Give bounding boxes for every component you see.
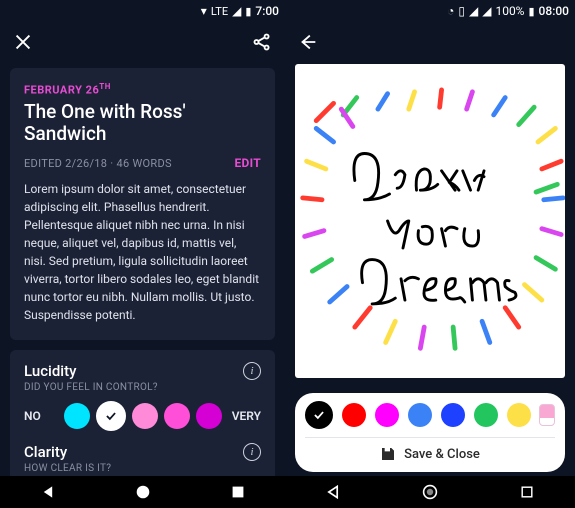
app-bar: [285, 22, 575, 66]
clarity-question: HOW CLEAR IS IT?: [24, 463, 261, 474]
info-icon[interactable]: i: [243, 362, 261, 380]
color-swatch[interactable]: [132, 403, 158, 429]
color-swatch[interactable]: [305, 401, 333, 429]
eraser-tool[interactable]: [539, 404, 555, 426]
lucidity-high: VERY: [229, 409, 261, 423]
nav-recent-icon[interactable]: [518, 483, 536, 501]
entry-meta: EDITED 2/26/18 · 46 WORDS: [24, 157, 172, 170]
save-close-button[interactable]: Save & Close: [305, 438, 555, 462]
clarity-heading: Clarity: [24, 443, 67, 461]
battery-pct: 100%: [495, 4, 524, 18]
entry-card: FEBRUARY 26TH The One with Ross' Sandwic…: [10, 68, 275, 340]
cell-icon: ◢: [482, 4, 491, 18]
nav-bar: [0, 476, 285, 508]
edit-button[interactable]: EDIT: [234, 156, 261, 170]
color-swatch[interactable]: [64, 403, 90, 429]
color-swatch[interactable]: [96, 401, 126, 431]
close-icon[interactable]: [12, 31, 34, 57]
battery-icon: ▮: [528, 5, 534, 18]
lucidity-low: NO: [24, 409, 56, 423]
clock: 08:00: [539, 4, 569, 18]
cell-icon: ◢: [232, 4, 241, 18]
dream-detail-screen: ▾ LTE ◢ ▮ 7:00 FEBRUARY 26TH The One wit…: [0, 0, 285, 508]
lucidity-heading: Lucidity: [24, 362, 76, 380]
nav-home-icon[interactable]: [134, 483, 152, 501]
nav-recent-icon[interactable]: [229, 483, 247, 501]
info-icon[interactable]: i: [243, 443, 261, 461]
wifi-icon: ▾: [201, 4, 207, 18]
nav-home-icon[interactable]: [421, 483, 439, 501]
entry-title: The One with Ross' Sandwich: [24, 101, 261, 147]
entry-body: Lorem ipsum dolor sit amet, consectetuer…: [24, 180, 261, 324]
dnd-icon: ◔: [447, 4, 454, 18]
nav-back-icon[interactable]: [324, 483, 342, 501]
nav-back-icon[interactable]: [39, 483, 57, 501]
color-swatch[interactable]: [375, 403, 399, 427]
share-icon[interactable]: [251, 31, 273, 57]
back-arrow-icon[interactable]: [297, 31, 319, 57]
color-swatch[interactable]: [408, 403, 432, 427]
color-swatch[interactable]: [441, 403, 465, 427]
color-swatch[interactable]: [196, 403, 222, 429]
vibrate-icon: ▯: [458, 4, 465, 18]
signal-icon: ◢: [469, 4, 478, 18]
entry-date: FEBRUARY 26TH: [24, 82, 261, 97]
color-swatch[interactable]: [342, 403, 366, 427]
lucidity-question: DID YOU FEEL IN CONTROL?: [24, 382, 261, 393]
color-swatch[interactable]: [507, 403, 531, 427]
clock: 7:00: [255, 4, 279, 18]
nav-bar: [285, 476, 575, 508]
status-bar: ▾ LTE ◢ ▮ 7:00: [0, 0, 285, 22]
color-swatch[interactable]: [474, 403, 498, 427]
drawing-screen: ◔ ▯ ◢ ◢ 100% ▮ 08:00: [285, 0, 575, 508]
battery-icon: ▮: [245, 5, 251, 18]
color-swatch[interactable]: [164, 403, 190, 429]
color-palette: Save & Close: [295, 393, 565, 472]
signal-icon: LTE: [211, 5, 228, 18]
app-bar: [0, 22, 285, 66]
status-bar: ◔ ▯ ◢ ◢ 100% ▮ 08:00: [285, 0, 575, 22]
lucidity-scale: NO VERY: [24, 401, 261, 431]
drawing-canvas[interactable]: [295, 64, 565, 378]
